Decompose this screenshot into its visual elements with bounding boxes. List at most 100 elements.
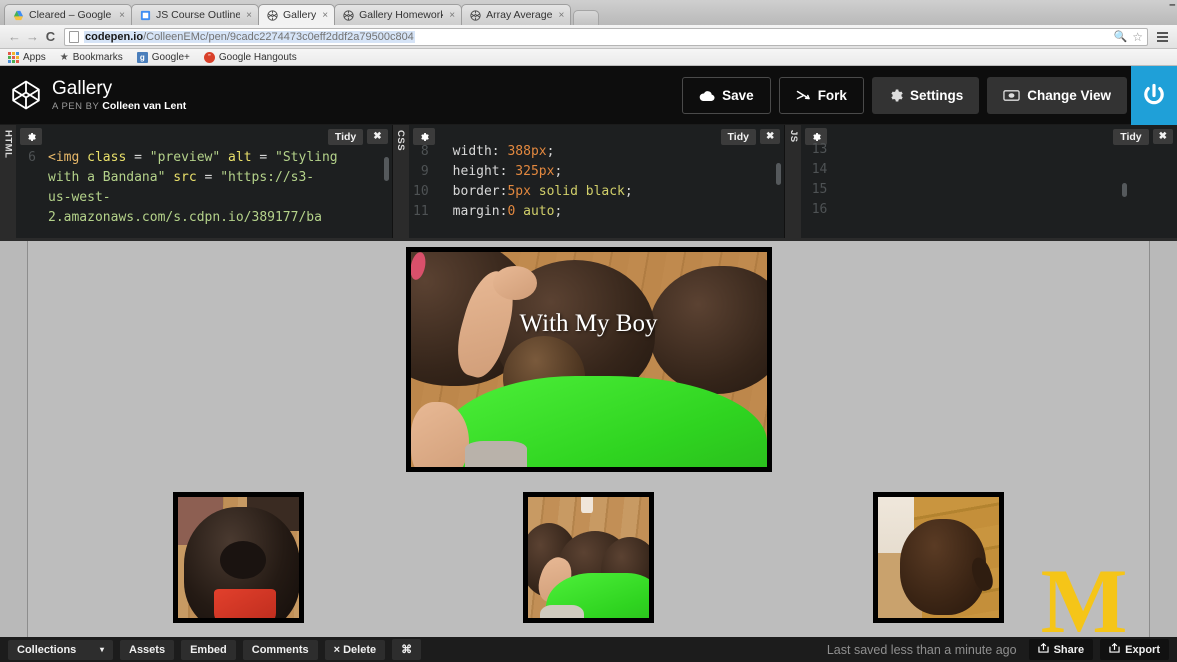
hero-caption: With My Boy	[519, 310, 658, 337]
tab-close-icon[interactable]: ×	[246, 10, 252, 21]
change-view-button[interactable]: Change View	[987, 77, 1127, 114]
browser-tab-0[interactable]: Cleared – Google Drive ×	[4, 4, 132, 25]
code-line: height: 325px;	[452, 164, 563, 179]
editor-tab-css[interactable]: CSS	[392, 125, 409, 238]
pen-header: Gallery A PEN BY Colleen van Lent Save F…	[0, 66, 1177, 125]
bookmark-star-icon[interactable]: ☆	[1132, 30, 1143, 44]
browser-tab-1[interactable]: JS Course Outline – Goog ×	[131, 4, 259, 25]
editor-code-js[interactable]: 13 14 15 16	[801, 140, 1177, 238]
editor-scrollbar[interactable]	[776, 163, 782, 185]
search-icon[interactable]: 🔍	[1114, 30, 1128, 43]
browser-menu-icon[interactable]	[1153, 28, 1171, 46]
pen-byline: A PEN BY Colleen van Lent	[52, 100, 186, 112]
browser-tab-title: Cleared – Google Drive	[29, 9, 113, 21]
thumbnail-2[interactable]	[873, 492, 1005, 623]
fork-label: Fork	[817, 88, 847, 103]
keyboard-shortcuts-button[interactable]: ⌘	[392, 639, 422, 660]
hangouts-icon: ”	[203, 51, 215, 63]
editor-css[interactable]: Tidy ✖ 8 9 10 11 width: 388px; height: 3…	[408, 125, 786, 238]
editor-html[interactable]: Tidy ✖ 6 <img class = "preview" alt = "S…	[16, 125, 393, 238]
editor-tab-js[interactable]: JS	[785, 125, 802, 238]
editor-code-html[interactable]: 6 <img class = "preview" alt = "Styling …	[16, 148, 392, 238]
editor-gutter: 8 9 10 11	[409, 142, 435, 238]
browser-tab-3[interactable]: Gallery Homework ×	[334, 4, 463, 25]
assets-button[interactable]: Assets	[120, 639, 175, 660]
browser-chrome: Cleared – Google Drive × JS Course Outli…	[0, 0, 1177, 66]
bookmark-label: Google Hangouts	[218, 51, 297, 63]
editor-tab-label: HTML	[2, 130, 14, 159]
delete-button[interactable]: × Delete	[324, 639, 386, 660]
tab-close-icon[interactable]: ×	[322, 10, 328, 21]
line-number: 8	[420, 144, 429, 159]
thumbnail-photo	[878, 497, 1000, 618]
bookmark-google-hangouts[interactable]: ” Google Hangouts	[203, 51, 297, 63]
browser-tab-4[interactable]: Array Average ×	[461, 4, 572, 25]
preview-canvas: With My Boy M	[27, 241, 1150, 637]
screen-icon	[1003, 89, 1020, 102]
settings-button[interactable]: Settings	[871, 77, 980, 114]
editor-tab-html[interactable]: HTML	[0, 125, 16, 238]
cloud-icon	[699, 90, 715, 102]
power-icon[interactable]	[1131, 66, 1177, 125]
export-button[interactable]: Export	[1100, 639, 1169, 660]
window-minimize-icon[interactable]: ━	[1170, 1, 1175, 10]
share-button[interactable]: Share	[1028, 639, 1094, 660]
last-saved-status: Last saved less than a minute ago	[826, 642, 1017, 657]
address-bar[interactable]: codepen.io/ColleenEMc/pen/9cadc2274473c0…	[64, 27, 1148, 46]
google-docs-icon	[139, 9, 151, 21]
bookmark-label: Google+	[151, 51, 190, 63]
editor-panes: HTML Tidy ✖ 6 <img class = "preview" alt…	[0, 125, 1177, 241]
codepen-icon	[342, 9, 354, 21]
page-info-icon[interactable]	[69, 30, 79, 43]
hero-image[interactable]: With My Boy	[405, 247, 772, 472]
google-plus-icon: g	[136, 51, 148, 63]
thumbnail-1[interactable]	[522, 492, 654, 623]
line-number: 13	[811, 142, 828, 157]
codepen-logo-icon[interactable]	[10, 79, 42, 111]
line-number: 15	[811, 182, 828, 197]
page-title: Gallery	[52, 78, 113, 99]
save-button[interactable]: Save	[682, 77, 771, 114]
back-arrow-icon[interactable]: ←	[6, 28, 23, 45]
editor-scrollbar[interactable]	[383, 157, 389, 181]
tab-close-icon[interactable]: ×	[449, 10, 455, 21]
editor-lines: <img class = "preview" alt = "Styling wi…	[42, 148, 392, 238]
pen-footer: Collections ▾ Assets Embed Comments × De…	[0, 637, 1177, 662]
thumbnail-0[interactable]	[172, 492, 304, 623]
tab-close-icon[interactable]: ×	[558, 10, 564, 21]
reload-icon[interactable]: C	[42, 28, 59, 45]
browser-tab-title: Gallery	[283, 9, 317, 21]
line-number: 16	[811, 202, 828, 217]
editor-gutter: 6	[16, 148, 42, 238]
new-tab-button[interactable]	[573, 10, 600, 25]
code-line: with a Bandana" src = "https://s3-	[48, 170, 315, 185]
browser-tab-title: Gallery Homework	[359, 9, 444, 21]
line-number: 6	[28, 150, 36, 165]
close-icon[interactable]: ✖	[367, 129, 388, 144]
url-text: codepen.io/ColleenEMc/pen/9cadc2274473c0…	[84, 30, 415, 43]
window-controls[interactable]: ━	[1170, 1, 1175, 10]
comments-button[interactable]: Comments	[242, 639, 318, 660]
forward-arrow-icon[interactable]: →	[24, 28, 41, 45]
collections-dropdown[interactable]: Collections ▾	[8, 639, 113, 660]
code-line: us-west-	[48, 190, 111, 205]
editor-js[interactable]: Tidy ✖ 13 14 15 16	[801, 125, 1177, 238]
tab-close-icon[interactable]: ×	[119, 10, 125, 21]
pen-author[interactable]: Colleen van Lent	[102, 100, 186, 112]
tidy-button[interactable]: Tidy	[327, 128, 364, 145]
bookmark-bookmarks[interactable]: ★ Bookmarks	[60, 52, 123, 63]
code-line: border:5px solid black;	[452, 184, 633, 199]
bookmark-apps[interactable]: Apps	[8, 51, 46, 63]
fork-button[interactable]: Fork	[778, 77, 864, 114]
bookmark-label: Apps	[23, 51, 46, 63]
editor-scrollbar[interactable]	[1122, 183, 1128, 197]
browser-tab-title: Array Average	[486, 9, 553, 21]
bookmark-google-plus[interactable]: g Google+	[136, 51, 190, 63]
editor-code-css[interactable]: 8 9 10 11 width: 388px; height: 325px; b…	[409, 142, 785, 238]
browser-tab-2[interactable]: Gallery ×	[258, 4, 336, 25]
gear-icon[interactable]	[20, 128, 42, 145]
codepen-icon	[469, 9, 481, 21]
embed-button[interactable]: Embed	[181, 639, 236, 660]
code-line: width: 388px;	[452, 144, 555, 159]
